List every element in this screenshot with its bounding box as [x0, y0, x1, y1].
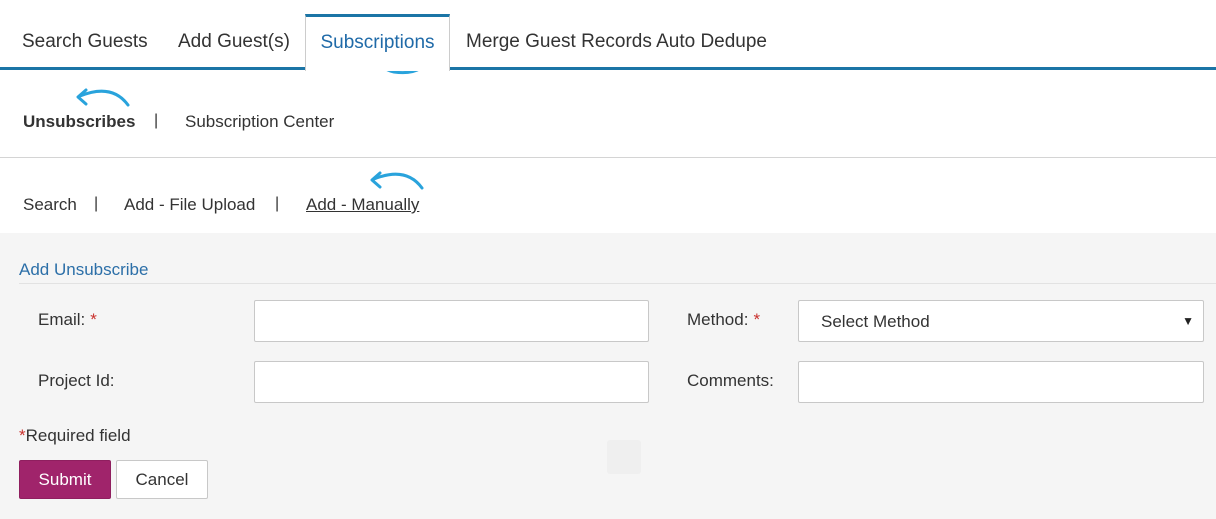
subnav-search[interactable]: Search: [23, 195, 77, 215]
tab-search-guests[interactable]: Search Guests: [22, 14, 148, 70]
method-select[interactable]: Select Method ▼: [798, 300, 1204, 342]
project-id-field[interactable]: [254, 361, 649, 403]
method-label-text: Method:: [687, 310, 749, 329]
email-field[interactable]: [254, 300, 649, 342]
project-id-label: Project Id:: [38, 371, 115, 390]
subnav-subscription-center[interactable]: Subscription Center: [185, 112, 334, 132]
panel-divider: [19, 283, 1216, 284]
required-marker: *: [19, 426, 26, 445]
unsubscribes-subnav: Search | Add - File Upload | Add - Manua…: [0, 182, 1216, 226]
method-label: Method: *: [687, 310, 760, 330]
comments-label: Comments:: [687, 371, 774, 390]
subnav-separator: |: [275, 195, 280, 212]
required-note-text: Required field: [25, 426, 131, 445]
subnav-add-file-upload[interactable]: Add - File Upload: [124, 195, 255, 215]
submit-button[interactable]: Submit: [19, 460, 111, 499]
subscriptions-subnav: Unsubscribes | Subscription Center: [0, 100, 1216, 144]
panel-title: Add Unsubscribe: [19, 260, 149, 279]
comments-field[interactable]: [798, 361, 1204, 403]
tab-subscriptions[interactable]: Subscriptions: [305, 14, 450, 71]
tab-merge-guest-records[interactable]: Merge Guest Records Auto Dedupe: [466, 14, 767, 70]
section-divider: [0, 157, 1216, 158]
tab-add-guests[interactable]: Add Guest(s): [178, 14, 290, 70]
email-label-text: Email:: [38, 310, 86, 329]
main-tabs: Search Guests Add Guest(s) Subscriptions…: [0, 0, 1216, 71]
subnav-unsubscribes[interactable]: Unsubscribes: [23, 112, 135, 132]
method-select-value: Select Method: [821, 312, 930, 331]
caret-down-icon: ▼: [1182, 314, 1194, 328]
required-marker: *: [90, 310, 97, 329]
required-field-note: *Required field: [19, 426, 131, 446]
add-unsubscribe-panel: Add Unsubscribe Email: * Method: * Select …: [0, 233, 1216, 519]
subnav-separator: |: [154, 112, 159, 129]
email-label: Email: *: [38, 310, 97, 330]
subnav-separator: |: [94, 195, 99, 212]
subnav-add-manually[interactable]: Add - Manually: [306, 195, 419, 215]
loading-placeholder: [607, 440, 641, 474]
required-marker: *: [753, 310, 761, 329]
cancel-button[interactable]: Cancel: [116, 460, 208, 499]
